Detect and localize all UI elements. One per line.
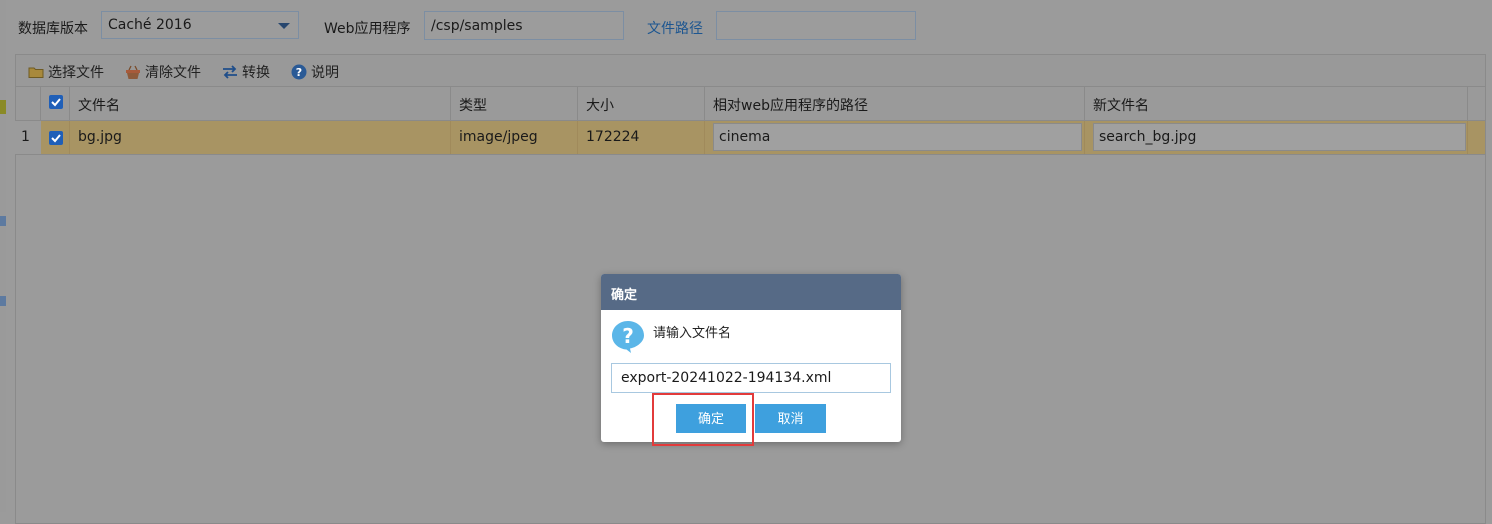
grid-header: 文件名 类型 大小 相对web应用程序的路径 新文件名 [16, 87, 1485, 121]
folder-icon [28, 64, 44, 80]
filename-input[interactable] [611, 363, 891, 393]
cancel-button[interactable]: 取消 [755, 404, 826, 433]
ok-button[interactable]: 确定 [676, 404, 746, 433]
convert-label: 转换 [242, 65, 270, 81]
cell-size: 172224 [578, 121, 705, 154]
header-checkbox-cell [41, 87, 70, 120]
help-circle-icon: ? [291, 64, 307, 80]
help-button[interactable]: ? 说明 [291, 62, 339, 81]
cell-filename: bg.jpg [70, 121, 451, 154]
row-checkbox[interactable] [49, 131, 63, 145]
header-filename[interactable]: 文件名 [70, 87, 451, 120]
web-app-label: Web应用程序 [324, 21, 411, 37]
chevron-down-icon [278, 23, 290, 29]
db-version-value: Caché 2016 [108, 17, 192, 33]
form-row: 数据库版本 Caché 2016 Web应用程序 文件路径 [0, 0, 1492, 52]
new-filename-input[interactable] [1093, 123, 1466, 151]
db-version-select[interactable]: Caché 2016 [101, 11, 299, 39]
cell-type: image/jpeg [451, 121, 578, 154]
header-size[interactable]: 大小 [578, 87, 705, 120]
swap-arrows-icon [222, 64, 238, 80]
row-number-text: 1 [21, 129, 30, 145]
header-label: 大小 [586, 98, 614, 114]
size-text: 172224 [586, 129, 640, 145]
relative-path-input[interactable] [713, 123, 1082, 151]
header-label: 新文件名 [1093, 98, 1149, 114]
confirm-dialog: 确定 ? 请输入文件名 确定 取消 [601, 274, 901, 442]
type-text: image/jpeg [459, 129, 538, 145]
edge-marker [0, 100, 6, 114]
header-rownum [16, 87, 41, 120]
db-version-label: 数据库版本 [18, 21, 88, 37]
convert-button[interactable]: 转换 [222, 62, 270, 81]
filename-text: bg.jpg [78, 129, 122, 145]
dialog-message: 请输入文件名 [653, 326, 732, 341]
web-app-input[interactable] [424, 11, 624, 40]
header-new-filename[interactable]: 新文件名 [1085, 87, 1468, 120]
header-type[interactable]: 类型 [451, 87, 578, 120]
cell-new-filename [1085, 121, 1468, 154]
basket-icon [125, 64, 141, 80]
header-label: 类型 [459, 98, 487, 114]
header-relative-path[interactable]: 相对web应用程序的路径 [705, 87, 1085, 120]
dialog-header[interactable]: 确定 [601, 274, 901, 310]
select-file-label: 选择文件 [48, 65, 104, 81]
clear-file-label: 清除文件 [145, 65, 201, 81]
dialog-title: 确定 [611, 288, 638, 303]
file-path-link[interactable]: 文件路径 [647, 18, 703, 38]
header-label: 文件名 [78, 98, 120, 114]
question-icon: ? [611, 320, 645, 354]
cell-relative-path [705, 121, 1085, 154]
toolbar: 选择文件 清除文件 转换 ? 说明 [16, 55, 1485, 87]
svg-text:?: ? [622, 324, 634, 348]
help-label: 说明 [311, 65, 339, 81]
row-number: 1 [11, 121, 41, 154]
edge-marker [0, 216, 6, 226]
row-checkbox-cell [41, 121, 70, 154]
header-label: 相对web应用程序的路径 [713, 98, 868, 114]
file-path-input[interactable] [716, 11, 916, 40]
table-row[interactable]: 1 bg.jpg image/jpeg 172224 [11, 121, 1485, 155]
edge-marker [0, 296, 6, 306]
left-edge-strip [0, 0, 6, 512]
svg-text:?: ? [296, 66, 302, 79]
clear-file-button[interactable]: 清除文件 [125, 62, 201, 81]
select-all-checkbox[interactable] [49, 95, 63, 109]
select-file-button[interactable]: 选择文件 [28, 62, 104, 81]
